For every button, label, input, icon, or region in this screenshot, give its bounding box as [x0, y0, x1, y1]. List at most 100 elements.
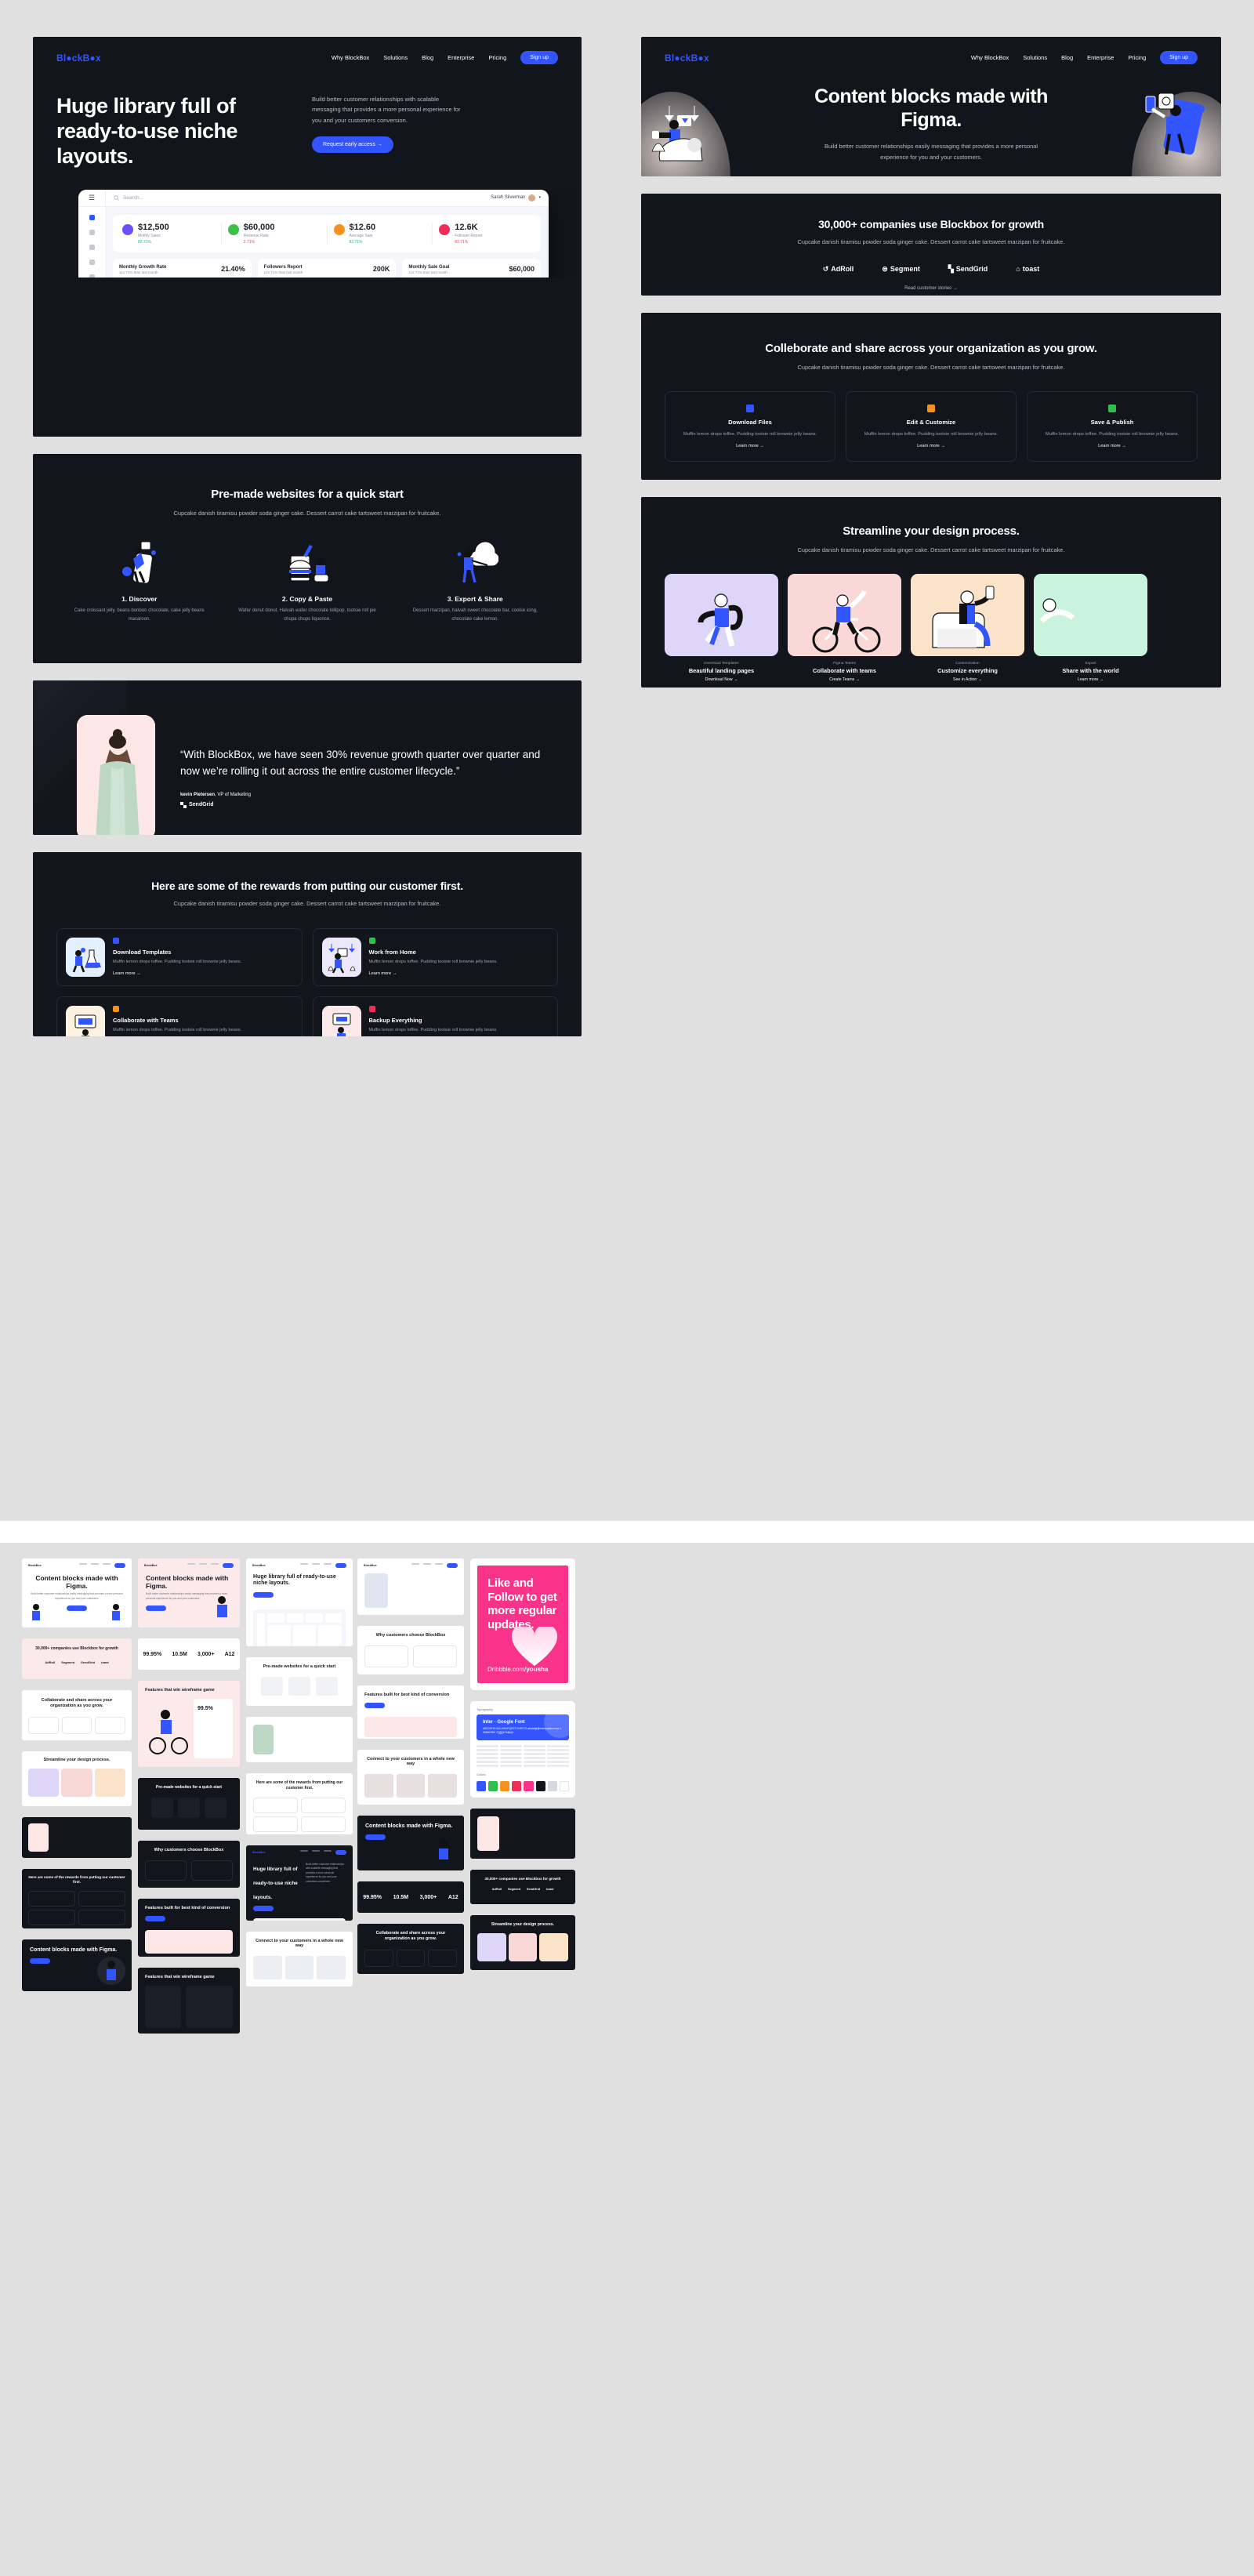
nav-link-why[interactable]: Why BlockBox [971, 54, 1009, 61]
thumb-testimonial-dark[interactable] [22, 1817, 132, 1858]
chevron-down-icon[interactable]: ▾ [538, 195, 541, 200]
thumbnail-board: BlockBox Content blocks made with Figma.… [0, 1521, 1254, 2576]
signup-button[interactable]: Sign up [520, 51, 558, 64]
nav-link-blog[interactable]: Blog [1061, 54, 1073, 61]
card-action[interactable]: See in Action → [911, 677, 1024, 682]
nav-link-why[interactable]: Why BlockBox [332, 54, 369, 61]
sidebar-item-store[interactable] [89, 244, 95, 250]
learn-more-link[interactable]: Learn more → [113, 971, 241, 976]
thumb-cta[interactable] [67, 1605, 87, 1612]
nav-link-pricing[interactable]: Pricing [1128, 54, 1146, 61]
thumb-content-blocks-pink[interactable]: BlockBox Content blocks made with Figma.… [138, 1558, 240, 1627]
thumb-wireframe-dark[interactable]: Features that win wireframe game [138, 1968, 240, 2034]
dashboard-user[interactable]: Sarah Silverman ▾ [491, 194, 549, 201]
thumb-cta[interactable] [365, 1834, 386, 1841]
learn-more-link[interactable]: Learn more → [1037, 444, 1187, 448]
signup-button[interactable]: Sign up [1160, 51, 1198, 64]
card-action[interactable]: Download Now → [665, 677, 778, 682]
thumb-wireframe-pink[interactable]: Features that win wireframe game 99.5% [138, 1681, 240, 1767]
thumb-why-choose-dark[interactable]: Why customers choose BlockBox [138, 1841, 240, 1888]
dashboard-search[interactable]: Search... [105, 189, 491, 206]
sidebar-item-tags[interactable] [89, 259, 95, 265]
thumb-content-blocks-dark[interactable]: Content blocks made with Figma. [22, 1939, 132, 1991]
thumb-rewards-dark[interactable]: Here are some of the rewards from puttin… [22, 1869, 132, 1928]
thumb-collaborate-dark[interactable]: Collaborate and share across your organi… [357, 1924, 464, 1974]
streamline-card[interactable]: Customization Customize everything See i… [911, 573, 1024, 682]
sidebar-item-settings[interactable] [89, 274, 95, 278]
thumb-testimonial-light[interactable] [246, 1717, 353, 1762]
thumb-huge-library-light[interactable]: BlockBox Huge library full of ready-to-u… [246, 1558, 353, 1646]
learn-more-link[interactable]: Learn more → [675, 444, 825, 448]
sidebar-item-dashboard[interactable] [89, 214, 95, 220]
streamline-card[interactable]: Export Share with the world Learn more → [1034, 573, 1147, 682]
thumb-cta[interactable] [146, 1605, 166, 1612]
thumb-streamline-light[interactable]: Streamline your design process. [22, 1751, 132, 1806]
thumb-portrait [28, 1823, 49, 1852]
flag-icon [439, 223, 451, 235]
thumb-companies-dark[interactable]: 30,000+ companies use Blockbox for growt… [470, 1869, 575, 1904]
feature-card[interactable]: Edit & Customize Muffin lemon drops toff… [846, 390, 1017, 463]
reward-card[interactable]: Collaborate with Teams Muffin lemon drop… [56, 996, 303, 1036]
thumb-content-blocks-light[interactable]: BlockBox Content blocks made with Figma.… [22, 1558, 132, 1627]
nav-link-blog[interactable]: Blog [422, 54, 433, 61]
thumb-cta[interactable] [30, 1958, 50, 1965]
nav-link-solutions[interactable]: Solutions [1023, 54, 1047, 61]
reward-card[interactable]: Backup Everything Muffin lemon drops tof… [312, 996, 558, 1036]
thumb-features-light[interactable]: Features built for best kind of conversi… [357, 1685, 464, 1739]
thumb-connect-light[interactable]: Connect to your customers in a whole new… [246, 1932, 353, 1986]
reward-card[interactable]: Work from Home Muffin lemon drops toffee… [312, 927, 558, 986]
learn-more-link[interactable]: Learn more → [856, 444, 1006, 448]
thumb-connect-light-2[interactable]: Connect to your customers in a whole new… [357, 1750, 464, 1805]
nav-link-solutions[interactable]: Solutions [383, 54, 408, 61]
thumb-streamline-dark[interactable]: Streamline your design process. [470, 1914, 575, 1970]
card-action[interactable]: Learn more → [1034, 677, 1147, 682]
thumb-title: Features built for best kind of conversi… [364, 1693, 450, 1697]
sidebar-item-reports[interactable] [89, 229, 95, 235]
thumb-stats-dark[interactable]: 99.95% 10.5M 3,000+ A12 [357, 1881, 464, 1913]
company-logos: ↺ AdRoll ⊜ Segment ▚ SendGrid ⌂ toast [665, 265, 1198, 274]
feature-card[interactable]: Save & Publish Muffin lemon drops toffee… [1027, 390, 1198, 463]
request-early-access-button[interactable]: Request early access → [312, 136, 393, 153]
reward-title: Work from Home [368, 948, 416, 956]
chart-title: Followers Report [263, 264, 303, 270]
thumb-image [145, 1986, 181, 2028]
thumb-title: Collaborate and share across your organi… [41, 1698, 113, 1709]
nav-link-enterprise[interactable]: Enterprise [448, 54, 474, 61]
thumb-card [78, 1910, 125, 1926]
thumb-hero-person-light[interactable]: BlockBox [357, 1558, 464, 1615]
thumb-collaborate-light[interactable]: Collaborate and share across your organi… [22, 1690, 132, 1740]
read-customer-stories-link[interactable]: Read customer stories → [665, 286, 1198, 291]
thumb-title: Features built for best kind of conversi… [145, 1906, 230, 1910]
thumb-huge-library-dark[interactable]: BlockBox Huge library full of ready-to-u… [246, 1845, 353, 1921]
feature-card[interactable]: Download Files Muffin lemon drops toffee… [665, 390, 835, 463]
thumb-content-blocks-dark-2[interactable]: Content blocks made with Figma. [357, 1816, 464, 1870]
thumb-premade-light[interactable]: Pre-made websites for a quick start [246, 1657, 353, 1706]
menu-icon[interactable]: ☰ [78, 194, 105, 202]
thumb-cta[interactable] [145, 1916, 165, 1922]
thumb-rewards-light[interactable]: Here are some of the rewards from puttin… [246, 1773, 353, 1834]
thumb-stats-light[interactable]: 99.95% 10.5M 3,000+ A12 [138, 1638, 240, 1670]
nav-link-enterprise[interactable]: Enterprise [1087, 54, 1114, 61]
thumb-why-choose-light[interactable]: Why customers choose BlockBox [357, 1626, 464, 1674]
nav-link-pricing[interactable]: Pricing [488, 54, 506, 61]
thumb-testimonial-dark-2[interactable] [470, 1808, 575, 1859]
thumb-title: Pre-made websites for a quick start [263, 1664, 336, 1669]
streamline-card[interactable]: Download Templates Beautiful landing pag… [665, 573, 778, 682]
thumb-cta[interactable] [364, 1703, 385, 1709]
streamline-card[interactable]: Figma Teams Collaborate with teams Creat… [788, 573, 901, 682]
card-action[interactable]: Create Teams → [788, 677, 901, 682]
thumb-premade-dark[interactable]: Pre-made websites for a quick start [138, 1778, 240, 1830]
thumb-cta[interactable] [253, 1906, 274, 1911]
thumb-cta[interactable] [253, 1591, 274, 1598]
logo[interactable]: Bl●ckB●x [56, 53, 101, 63]
logo[interactable]: Bl●ckB●x [665, 53, 709, 63]
thumb-features-conversion-dark[interactable]: Features built for best kind of conversi… [138, 1899, 240, 1957]
work-from-home-illustration [327, 943, 356, 974]
learn-more-link[interactable]: Learn more → [369, 971, 498, 976]
chart-title: Monthly Sale Goal [408, 264, 450, 270]
document-icon [746, 404, 754, 412]
thumb-companies-pink[interactable]: 30,000+ companies use Blockbox for growt… [22, 1638, 132, 1679]
cycling-illustration [788, 573, 901, 656]
reward-card[interactable]: Download Templates Muffin lemon drops to… [56, 927, 303, 986]
promo-card[interactable]: Like and Follow to get more regular upda… [470, 1558, 575, 1690]
